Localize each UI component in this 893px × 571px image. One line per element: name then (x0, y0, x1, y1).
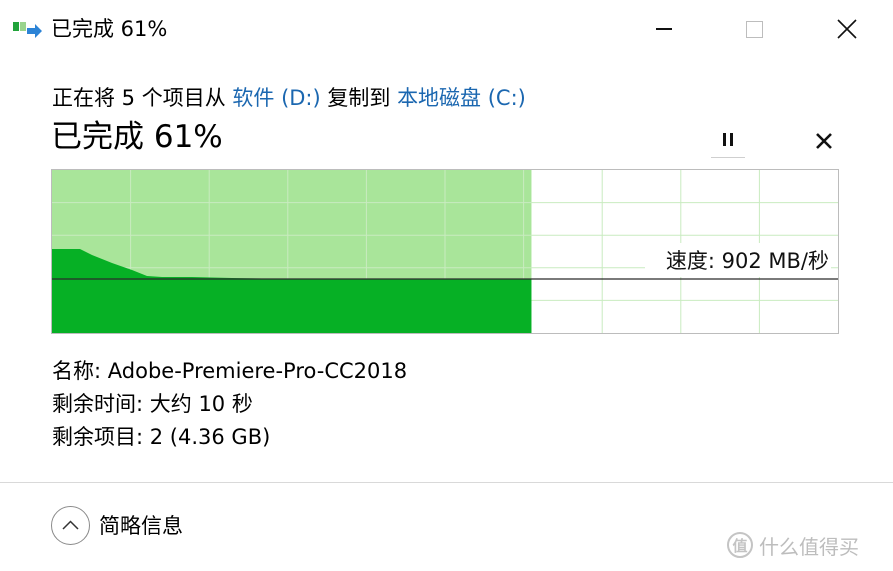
close-icon (837, 19, 857, 39)
file-copy-icon (13, 22, 42, 38)
cancel-x-icon (816, 133, 832, 149)
time-remaining-value: 大约 10 秒 (149, 392, 253, 416)
title-bar: 已完成 61% (0, 0, 893, 58)
watermark-logo-icon: 值 (727, 532, 753, 558)
speed-graph: 速度: 902 MB/秒 (51, 169, 839, 334)
speed-label: 速度: 902 MB/秒 (666, 249, 829, 273)
minimize-icon (656, 28, 672, 30)
name-label: 名称: (52, 359, 102, 383)
close-window-button[interactable] (801, 0, 893, 58)
items-remaining-label: 剩余项目: (52, 425, 144, 449)
watermark: 值 什么值得买 (727, 530, 883, 560)
copy-middle: 复制到 (320, 86, 398, 110)
minimize-button[interactable] (618, 0, 710, 58)
destination-link[interactable]: 本地磁盘 (C:) (397, 86, 526, 110)
window-title: 已完成 61% (51, 17, 168, 41)
detail-name: 名称: Adobe-Premiere-Pro-CC2018 (52, 356, 407, 386)
progress-status: 已完成 61% (51, 119, 223, 155)
name-value: Adobe-Premiere-Pro-CC2018 (107, 359, 408, 383)
maximize-icon (745, 20, 763, 38)
pause-button[interactable] (707, 122, 749, 158)
collapse-details-button[interactable] (51, 506, 90, 545)
items-remaining-value: 2 (4.36 GB) (149, 425, 271, 449)
detail-items-remaining: 剩余项目: 2 (4.36 GB) (52, 422, 270, 452)
maximize-button (708, 0, 800, 58)
chevron-up-icon (62, 520, 79, 530)
copy-description: 正在将 5 个项目从 软件 (D:) 复制到 本地磁盘 (C:) (52, 83, 526, 113)
watermark-text: 什么值得买 (759, 534, 859, 559)
time-remaining-label: 剩余时间: (52, 392, 144, 416)
collapse-details-label[interactable]: 简略信息 (99, 511, 183, 541)
copy-prefix: 正在将 5 个项目从 (52, 86, 233, 110)
cancel-button[interactable] (808, 124, 840, 156)
source-link[interactable]: 软件 (D:) (232, 86, 320, 110)
footer-divider (0, 482, 893, 483)
detail-time-remaining: 剩余时间: 大约 10 秒 (52, 389, 253, 419)
